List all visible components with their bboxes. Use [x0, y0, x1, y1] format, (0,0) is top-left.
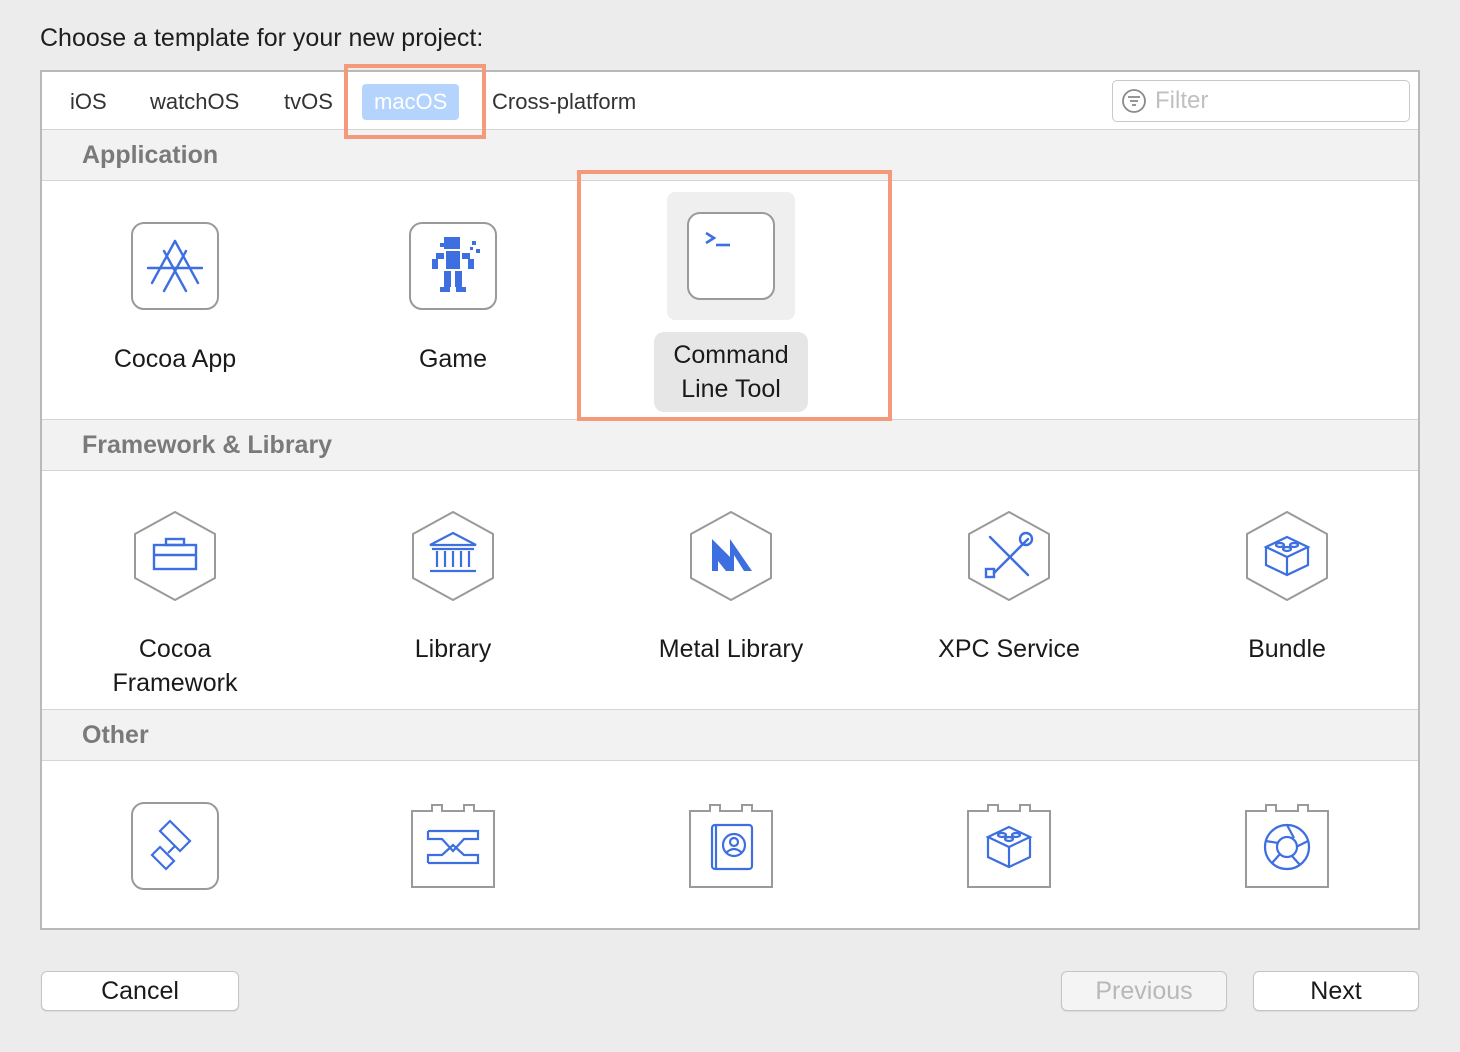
tab-cross-platform[interactable]: Cross-platform: [480, 84, 648, 120]
kernel-lego-icon: [967, 804, 1051, 888]
template-label: Command Line Tool: [654, 332, 808, 412]
template-label: Cocoa Framework: [112, 635, 238, 697]
template-label: Automator Action: [343, 922, 563, 928]
template-library[interactable]: Library: [343, 492, 563, 666]
tab-tvos[interactable]: tvOS: [272, 84, 345, 120]
section-header-other: Other: [42, 709, 1418, 761]
filter-input[interactable]: [1155, 87, 1395, 115]
template-label: Metal Library: [658, 635, 804, 663]
tab-ios[interactable]: iOS: [58, 84, 119, 120]
next-button[interactable]: Next: [1253, 971, 1419, 1011]
template-label: Bundle: [1248, 635, 1326, 663]
template-xpc-service[interactable]: XPC Service: [899, 492, 1119, 666]
contacts-icon: [689, 804, 773, 888]
app-store-icon: [131, 222, 219, 310]
filter-icon: [1122, 89, 1146, 113]
template-label: Library: [414, 635, 492, 663]
template-contacts-action[interactable]: Contacts Action: [621, 782, 841, 928]
template-label: Generic Kernel: [910, 922, 1109, 928]
aperture-icon: [1245, 804, 1329, 888]
lego-icon: [1246, 510, 1328, 602]
cancel-button[interactable]: Cancel: [41, 971, 239, 1011]
tab-macos[interactable]: macOS: [362, 84, 460, 120]
platform-tabbar: iOS watchOS tvOS macOS Cross-platform: [42, 72, 1418, 130]
template-label: Cocoa App: [113, 345, 237, 373]
template-label: Contacts Action: [628, 922, 834, 928]
section-header-application: Application: [42, 129, 1418, 181]
template-metal-library[interactable]: Metal Library: [621, 492, 841, 666]
template-label: XPC Service: [938, 635, 1080, 663]
template-label: Image Unit: [1211, 922, 1364, 928]
template-cocoa-framework[interactable]: Cocoa Framework: [65, 492, 285, 700]
template-panel: iOS watchOS tvOS macOS Cross-platform Ap…: [40, 70, 1420, 930]
template-command-line-tool[interactable]: Command Line Tool: [621, 192, 841, 412]
template-applescript-app[interactable]: AppleScript App: [65, 782, 285, 928]
metal-icon: [690, 510, 772, 602]
template-label: Game: [418, 345, 488, 373]
game-sprite-icon: [409, 222, 497, 310]
automator-icon: [411, 804, 495, 888]
template-automator-action[interactable]: Automator Action: [343, 782, 563, 928]
template-generic-kernel[interactable]: Generic Kernel: [899, 782, 1119, 928]
toolbox-icon: [134, 510, 216, 602]
previous-button[interactable]: Previous: [1061, 971, 1227, 1011]
building-icon: [412, 510, 494, 602]
section-header-framework-library: Framework & Library: [42, 419, 1418, 471]
terminal-icon: [687, 212, 775, 300]
template-game[interactable]: Game: [343, 202, 563, 376]
template-bundle[interactable]: Bundle: [1177, 492, 1397, 666]
tools-icon: [968, 510, 1050, 602]
template-label: AppleScript App: [70, 922, 280, 928]
tab-watchos[interactable]: watchOS: [138, 84, 251, 120]
template-image-unit[interactable]: Image Unit: [1177, 782, 1397, 928]
script-icon: [131, 802, 219, 890]
template-cocoa-app[interactable]: Cocoa App: [65, 202, 285, 376]
filter-field[interactable]: [1112, 80, 1410, 122]
prompt-text: Choose a template for your new project:: [40, 24, 484, 52]
